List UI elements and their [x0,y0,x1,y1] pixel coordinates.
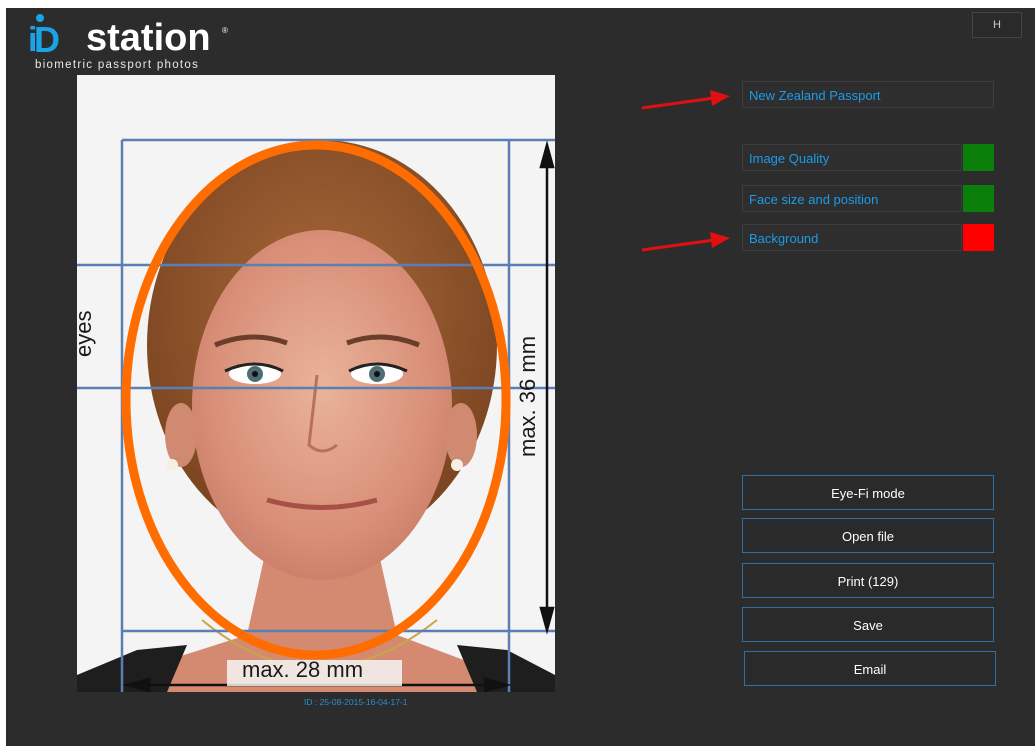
background-status-indicator [963,224,994,251]
height-label: max. 36 mm [515,335,540,457]
face-size-status-indicator [963,185,994,212]
face-shape [192,230,452,580]
print-button[interactable]: Print (129) [742,563,994,598]
save-button[interactable]: Save [742,607,994,642]
right-ear [445,403,477,467]
help-button[interactable]: H [972,12,1022,38]
logo-registered-mark: ® [222,26,228,35]
width-label: max. 28 mm [242,657,364,682]
passport-type-field[interactable]: New Zealand Passport [742,81,994,108]
check-image-quality: Image Quality [742,144,962,171]
left-earring [166,459,178,471]
annotation-arrow-2 [641,232,730,252]
photo-id-label: ID : 25-08-2015-16-04-17-1 [304,697,408,707]
image-quality-status-indicator [963,144,994,171]
right-earring [451,459,463,471]
eyefi-mode-button[interactable]: Eye-Fi mode [742,475,994,510]
annotation-arrow-1 [641,90,730,110]
logo-tagline: biometric passport photos [35,59,200,71]
check-background: Background [742,224,962,251]
left-ear [165,403,197,467]
logo-wordmark: station [86,17,211,59]
check-face-size-position: Face size and position [742,185,962,212]
eyes-label: eyes [77,310,96,357]
photo-overlay [77,75,555,692]
idstation-logo: i D station ® biometric passport photos [22,12,252,76]
logo-letter-d: D [34,19,60,60]
passport-photo: eyes max. 36 mm max. 28 mm [77,75,555,692]
email-button[interactable]: Email [744,651,996,686]
open-file-button[interactable]: Open file [742,518,994,553]
